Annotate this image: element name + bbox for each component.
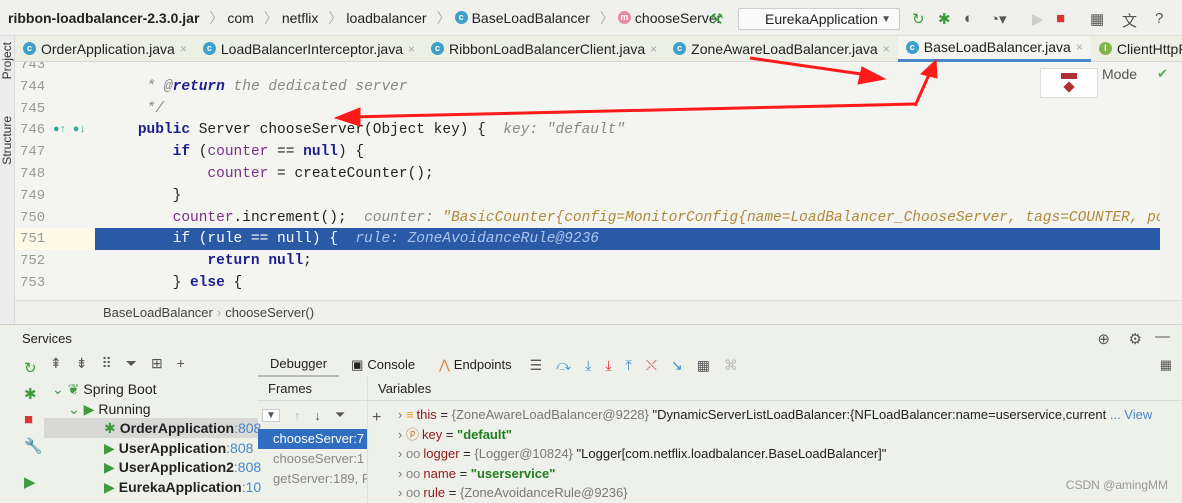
tab-debugger[interactable]: Debugger [258, 353, 340, 377]
spring-boot-icon: ⌄ ❦ [52, 381, 80, 397]
expand-all-icon[interactable]: ⇞ [50, 355, 62, 372]
expand-chevron-icon[interactable]: › [398, 407, 406, 422]
layout-icon[interactable]: ▦ [1160, 357, 1172, 373]
field-icon: oo [405, 446, 421, 462]
frames-panel: Frames ▼ ↑ ↓ ⏷ chooseServer:7 chooseServe… [258, 377, 368, 503]
expand-chevron-icon[interactable]: › [398, 427, 406, 442]
watermark: CSDN @amingMM [1065, 478, 1168, 492]
force-step-into-icon[interactable]: ⤓ [605, 357, 611, 374]
services-title: Services [22, 331, 72, 346]
threads-icon[interactable]: ☰ [530, 357, 543, 374]
tree-item[interactable]: ✱ OrderApplication:808 [44, 418, 261, 439]
trace-icon[interactable]: ⌘ [724, 357, 738, 374]
field-icon: oo [405, 465, 421, 481]
step-into-icon[interactable]: ⤓ [585, 357, 591, 374]
tree-item[interactable]: ▶ UserApplication2:808 [104, 457, 261, 477]
debugger-tabs: Debugger ▣ Console ⋀ Endpoints ☰ ⤼ ⤓ ⤓ ⤒ ⤬… [258, 353, 1182, 377]
variables-header: Variables [368, 377, 1182, 401]
down-arrow-icon[interactable]: ↓ [314, 408, 321, 423]
stop-icon[interactable]: ■ [24, 411, 33, 428]
add-icon[interactable]: + [177, 355, 185, 372]
resume-icon[interactable]: ▶ [24, 473, 36, 491]
arrow-head-2 [333, 107, 361, 127]
view-link[interactable]: ... View [1110, 407, 1152, 422]
target-icon[interactable]: ⊕ [1097, 330, 1110, 348]
tree-item[interactable]: ▶ UserApplication:808 [104, 438, 253, 458]
console-icon: ▣ [351, 357, 364, 372]
frames-header: Frames [258, 377, 367, 401]
parameter-icon: ⓟ [405, 426, 419, 442]
minimize-icon[interactable]: — [1155, 328, 1170, 345]
filter-icon[interactable]: ⏷ [335, 407, 345, 423]
variables-panel: Variables + › ≡ this = {ZoneAwareLoadBala… [368, 377, 1182, 503]
variable-row[interactable]: › oo logger = {Logger@10824} "Logger[com.… [398, 444, 886, 464]
evaluate-icon[interactable]: ▦ [697, 357, 710, 374]
tree-item[interactable]: ⌄ ❦ Spring Boot [52, 379, 157, 399]
up-arrow-icon[interactable]: ↑ [294, 408, 301, 423]
stack-frame[interactable]: getServer:189, R [258, 469, 367, 489]
arrow-head-3 [919, 58, 938, 79]
expand-chevron-icon[interactable]: › [398, 446, 406, 461]
services-toolbar: ⇞ ⇟ ⠿ ⏷ ⊞ + [50, 355, 185, 372]
run-to-cursor-icon[interactable]: ↘ [671, 357, 683, 374]
run-icon: ▶ [104, 439, 115, 456]
tab-endpoints[interactable]: ⋀ Endpoints [427, 353, 524, 377]
arrow-head-1 [857, 66, 887, 85]
drop-frame-icon[interactable]: ⤬ [646, 357, 657, 374]
field-icon: oo [405, 485, 421, 501]
endpoints-icon: ⋀ [439, 357, 450, 372]
step-over-icon[interactable]: ⤼ [556, 357, 571, 374]
expand-chevron-icon[interactable]: › [398, 466, 406, 481]
stack-frame[interactable]: chooseServer:7 [258, 429, 367, 449]
variable-row[interactable]: › ≡ this = {ZoneAwareLoadBalancer@9228} "… [398, 405, 1152, 425]
services-tree: ⌄ ❦ Spring Boot ⌄ ▶ Running ✱ OrderApplicatio… [44, 375, 261, 503]
add-watch-icon[interactable]: + [372, 409, 381, 427]
new-tab-icon[interactable]: ⊞ [151, 355, 163, 372]
debug-icon[interactable]: ✱ [24, 385, 37, 403]
thread-select[interactable]: ▼ [262, 408, 280, 422]
rerun-icon[interactable]: ↻ [24, 359, 37, 377]
run-icon: ⌄ ▶ [68, 400, 95, 417]
tab-console[interactable]: ▣ Console [339, 353, 427, 377]
services-side-toolbar: ↻ ✱ ■ 🔧 ▶ [0, 353, 44, 503]
run-icon: ▶ [104, 479, 115, 495]
step-out-icon[interactable]: ⤒ [626, 357, 632, 374]
group-icon[interactable]: ⠿ [101, 355, 111, 372]
collapse-all-icon[interactable]: ⇟ [76, 355, 88, 372]
filter-icon[interactable]: ⏷ [126, 355, 137, 372]
run-icon: ▶ [104, 459, 115, 476]
wrench-icon[interactable]: 🔧 [24, 437, 43, 455]
debug-bug-icon: ✱ [104, 420, 116, 437]
stack-frame[interactable]: chooseServer:1 [258, 449, 367, 469]
tree-item[interactable]: ▶ EurekaApplication:10 [104, 477, 261, 497]
expand-chevron-icon[interactable]: › [398, 485, 406, 500]
variable-row[interactable]: › ⓟ key = "default" [398, 425, 512, 445]
tree-item[interactable]: ⌄ ▶ Running [68, 399, 151, 419]
gear-icon[interactable]: ⚙ [1129, 330, 1142, 348]
object-icon: ≡ [405, 407, 414, 422]
services-panel: Services ⊕ ⚙ — ↻ ✱ ■ 🔧 ▶ ⇞ ⇟ ⠿ ⏷ ⊞ + ⌄ ❦ Sprin… [0, 324, 1182, 503]
variable-row[interactable]: › oo name = "userservice" [398, 464, 555, 484]
variable-row[interactable]: › oo rule = {ZoneAvoidanceRule@9236} [398, 483, 628, 503]
